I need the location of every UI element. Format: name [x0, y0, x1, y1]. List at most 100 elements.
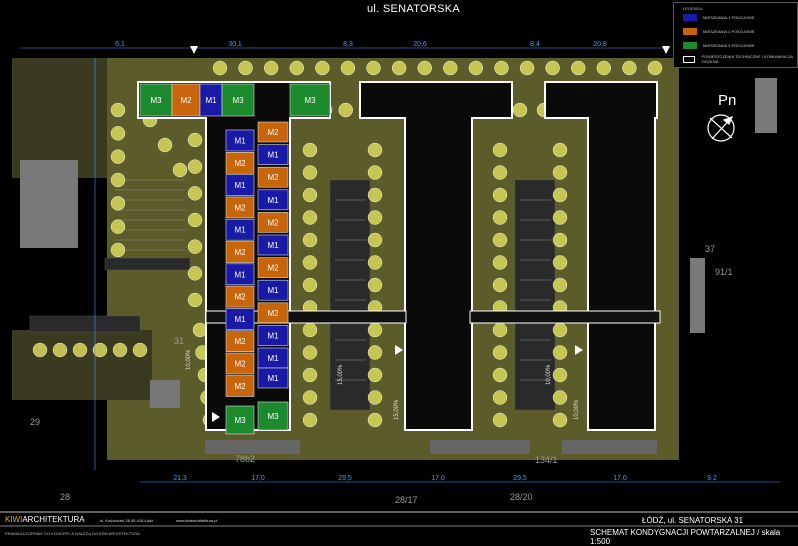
parcel-label: 29: [30, 417, 40, 427]
unit-label: M2: [267, 264, 279, 273]
slope-label: 10,00%: [186, 349, 192, 370]
brand-prefix: KIWI: [5, 515, 23, 524]
legend-label: MIESZKANIA 1 POKOJOWE: [703, 14, 755, 20]
parcel-label: 31: [174, 336, 184, 346]
tree-icon: [52, 342, 68, 358]
unit-label: M1: [234, 315, 246, 324]
unit-label: M1: [267, 241, 279, 250]
tree-icon: [302, 345, 318, 360]
slope-label: 15,00%: [338, 364, 344, 385]
tree-icon: [72, 342, 88, 358]
tree-icon: [552, 277, 568, 293]
site-plan: M3 M2 M1 M3 M3 M1 M2 M1 M2 M1 M2 M1 M2 M1 M2 M2 M2 M3 M2 M1…: [0, 0, 798, 540]
copyright-note: PRAWA AUTORSKIE DO KONCEPCJI NALEŻĄ DO K…: [5, 531, 140, 536]
tree-icon: [302, 322, 318, 338]
tree-icon: [32, 342, 48, 358]
dimension-label: 8,4: [530, 41, 540, 48]
brand-logo: KIWIARCHITEKTURA: [5, 515, 85, 524]
tree-icon: [492, 390, 508, 405]
tree-icon: [492, 345, 508, 360]
unit-label: M2: [234, 293, 246, 302]
dimension-label: 8,3: [343, 41, 353, 48]
tree-icon: [110, 196, 126, 211]
tree-icon: [302, 232, 318, 248]
north-label: Pn: [718, 92, 737, 109]
unit-label: M3: [267, 412, 279, 421]
tree-icon: [212, 60, 228, 76]
tree-icon: [302, 412, 318, 428]
unit-label: M1: [205, 96, 217, 105]
tree-icon: [494, 60, 509, 76]
tree-icon: [302, 367, 318, 383]
legend-label: MIESZKANIA 2 POKOJOWE: [703, 28, 755, 34]
unit-label: M2: [234, 382, 246, 391]
tree-icon: [647, 60, 663, 76]
tree-icon: [238, 60, 253, 76]
unit-label: M1: [267, 151, 279, 160]
parcel-label: 28/17: [395, 495, 418, 505]
tree-icon: [571, 60, 586, 76]
tree-icon: [187, 266, 203, 281]
tree-icon: [302, 210, 318, 225]
tree-icon: [367, 390, 383, 405]
tree-icon: [492, 255, 508, 270]
unit-label: M2: [180, 96, 192, 105]
tree-icon: [492, 277, 508, 293]
slope-label: 15,00%: [394, 399, 400, 420]
tree-icon: [367, 232, 383, 248]
unit-label: M1: [267, 354, 279, 363]
legend-item: POMIESZCZENIA TECHNICZNE / KOMUNIKACJA O…: [683, 54, 797, 64]
dimension-label: 30,1: [228, 41, 242, 48]
tree-icon: [132, 342, 148, 358]
tree-icon: [172, 162, 188, 178]
dimension-label: 17,0: [613, 475, 627, 482]
tree-icon: [187, 212, 203, 228]
tree-icon: [622, 60, 637, 76]
tree-icon: [110, 219, 126, 234]
tree-icon: [552, 367, 568, 383]
tree-icon: [289, 60, 304, 76]
legend: LEGENDA MIESZKANIA 1 POKOJOWE MIESZKANIA…: [673, 2, 798, 68]
tree-icon: [519, 60, 535, 76]
dimension-label: 29,5: [338, 475, 352, 482]
tree-icon: [263, 60, 279, 76]
tree-icon: [552, 412, 568, 428]
tree-icon: [367, 412, 383, 428]
tree-icon: [391, 60, 407, 76]
tree-icon: [367, 187, 383, 203]
unit-label: M2: [234, 337, 246, 346]
project-location: ŁÓDŹ, ul. SENATORSKA 31: [642, 516, 744, 525]
unit-label: M2: [234, 360, 246, 369]
tree-icon: [552, 232, 568, 248]
tree-icon: [367, 210, 383, 225]
unit-label: M1: [267, 374, 279, 383]
sheet-title: SCHEMAT KONDYGNACJI POWTARZALNEJ / skala…: [590, 528, 781, 546]
tree-icon: [367, 277, 383, 293]
unit-label: M2: [234, 248, 246, 257]
legend-swatch-tech: [683, 55, 696, 63]
legend-swatch-m3: [683, 41, 697, 49]
tree-icon: [366, 60, 381, 76]
unit-label: M2: [267, 173, 279, 182]
tree-icon: [315, 60, 330, 76]
tree-icon: [302, 187, 318, 203]
slope-label: 10,00%: [574, 399, 580, 420]
tree-icon: [187, 239, 203, 254]
tree-icon: [110, 172, 126, 188]
tree-icon: [492, 322, 508, 338]
tree-icon: [552, 165, 568, 180]
tree-icon: [340, 60, 356, 76]
legend-item: MIESZKANIA 3 POKOJOWE: [683, 41, 755, 49]
unit-label: M2: [267, 128, 279, 137]
legend-item: MIESZKANIA 2 POKOJOWE: [683, 27, 755, 35]
unit-label: M1: [234, 226, 246, 235]
tree-icon: [302, 277, 318, 293]
unit-label: M2: [267, 309, 279, 318]
unit-label: M1: [234, 137, 246, 146]
tree-icon: [552, 255, 568, 270]
parcel-label: 37: [705, 244, 715, 254]
tree-icon: [367, 165, 383, 180]
tree-icon: [443, 60, 458, 76]
parcel-label: 28/20: [510, 492, 533, 502]
legend-title: LEGENDA: [683, 6, 703, 11]
